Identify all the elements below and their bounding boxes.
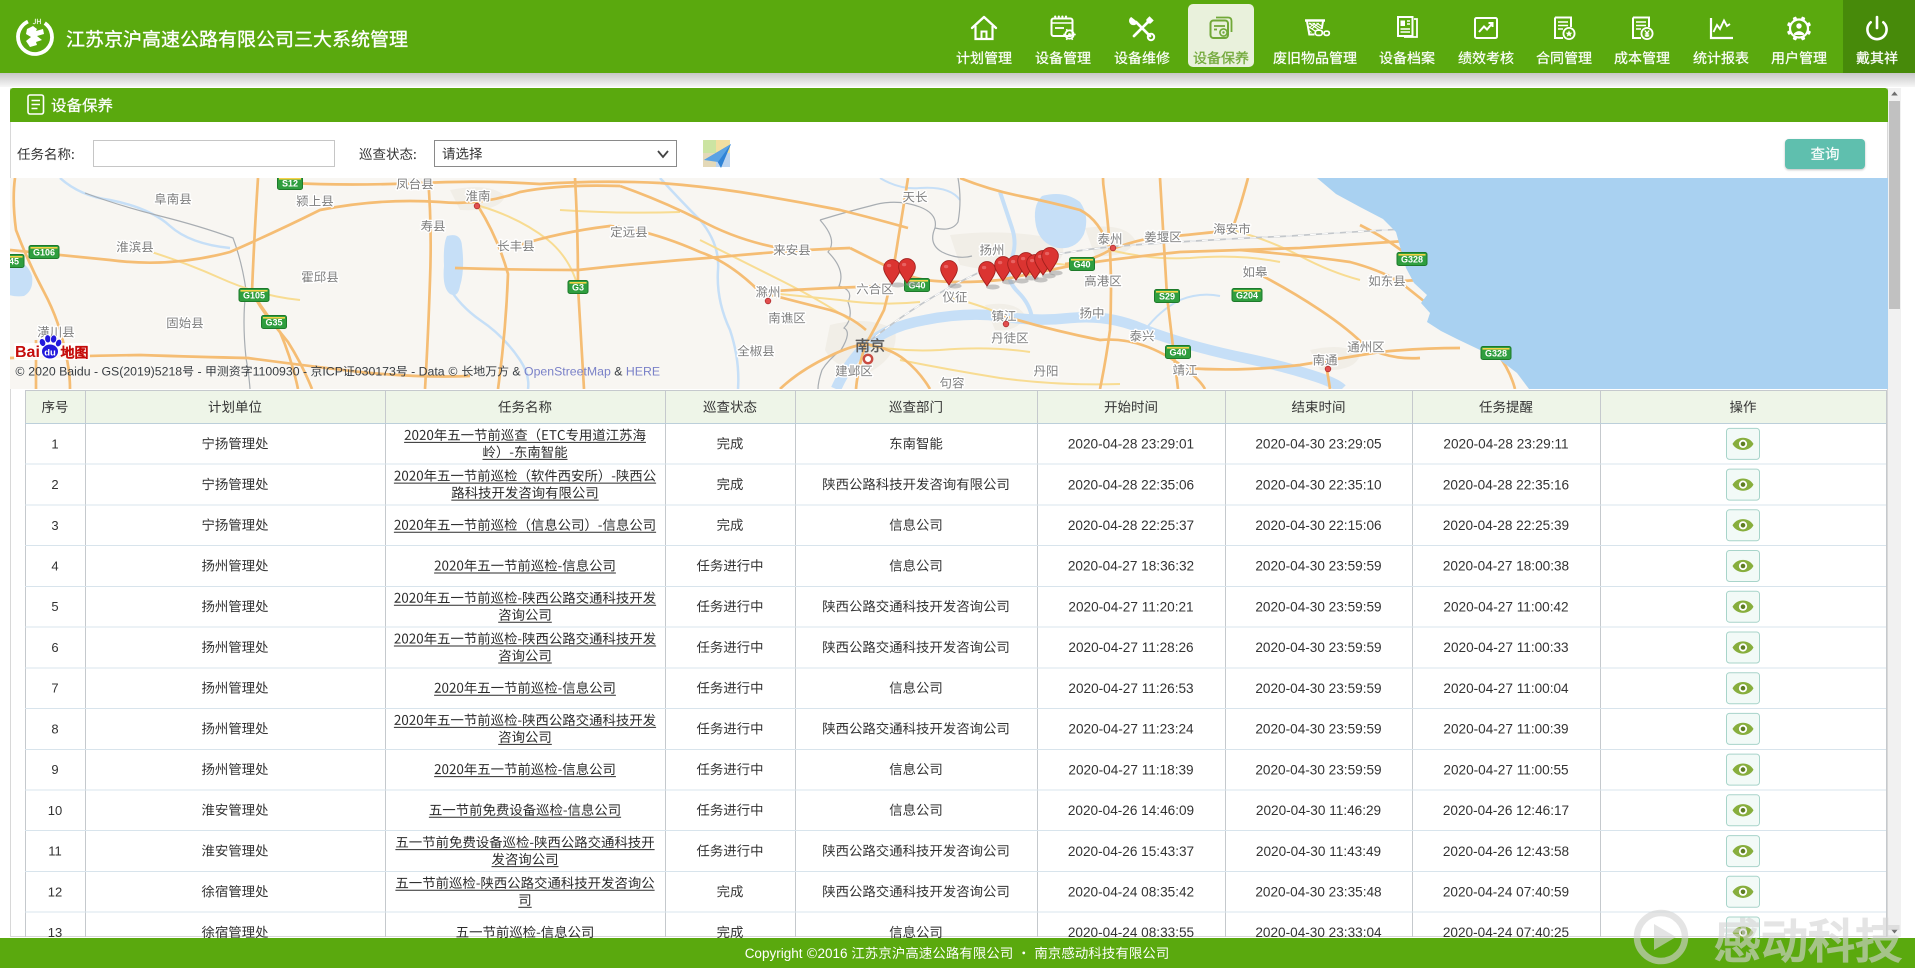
svg-text:2020-04-30 23:29:05: 2020-04-30 23:29:05 <box>1255 437 1381 452</box>
svg-text:2020-04-28 23:29:01: 2020-04-28 23:29:01 <box>1068 437 1194 452</box>
svg-text:2020-04-30 23:59:59: 2020-04-30 23:59:59 <box>1255 599 1381 614</box>
svg-text:2020-04-24 08:33:55: 2020-04-24 08:33:55 <box>1068 925 1194 940</box>
svg-text:2020-04-27 11:00:39: 2020-04-27 11:00:39 <box>1443 722 1568 737</box>
svg-text:2020-04-27 18:36:32: 2020-04-27 18:36:32 <box>1068 559 1194 574</box>
svg-text:4: 4 <box>51 559 58 574</box>
svg-text:13: 13 <box>48 925 62 940</box>
svg-text:2020-04-28 23:29:11: 2020-04-28 23:29:11 <box>1443 437 1568 452</box>
svg-text:&: & <box>611 365 626 379</box>
svg-text:-: - <box>194 365 205 379</box>
svg-text:2020-04-26 12:43:58: 2020-04-26 12:43:58 <box>1443 844 1569 859</box>
svg-text:2020-04-27 11:20:21: 2020-04-27 11:20:21 <box>1068 599 1193 614</box>
svg-text:12: 12 <box>48 884 62 899</box>
svg-text:HERE: HERE <box>626 365 660 379</box>
svg-text:45: 45 <box>9 257 19 267</box>
svg-text:2020-04-30 23:35:48: 2020-04-30 23:35:48 <box>1255 885 1381 900</box>
svg-text:Bai: Bai <box>15 344 40 361</box>
svg-text:S29: S29 <box>1159 292 1175 302</box>
svg-text:2020-04-27 11:18:39: 2020-04-27 11:18:39 <box>1068 762 1193 777</box>
svg-text:10: 10 <box>48 803 62 818</box>
svg-text:2020-04-27 11:00:55: 2020-04-27 11:00:55 <box>1443 762 1568 777</box>
svg-text:2020-04-30 22:35:10: 2020-04-30 22:35:10 <box>1255 477 1382 492</box>
svg-text:2: 2 <box>51 477 58 492</box>
svg-text:2020-04-26 15:43:37: 2020-04-26 15:43:37 <box>1068 844 1194 859</box>
svg-text:G35: G35 <box>265 318 282 328</box>
svg-text:2020-04-27 18:00:38: 2020-04-27 18:00:38 <box>1443 559 1569 574</box>
svg-text:S12: S12 <box>282 179 298 189</box>
svg-text:&: & <box>509 365 524 379</box>
svg-text:3: 3 <box>51 518 58 533</box>
svg-text:2020-04-30 23:33:04: 2020-04-30 23:33:04 <box>1255 925 1382 940</box>
svg-text:2020-04-24 08:35:42: 2020-04-24 08:35:42 <box>1068 885 1194 900</box>
svg-text:2020-04-24 07:40:25: 2020-04-24 07:40:25 <box>1443 925 1569 940</box>
svg-text:2020-04-30 23:59:59: 2020-04-30 23:59:59 <box>1255 640 1381 655</box>
svg-text:2020-04-28 22:25:39: 2020-04-28 22:25:39 <box>1443 518 1569 533</box>
svg-text:1: 1 <box>51 436 58 451</box>
svg-text:2020-04-30 23:59:59: 2020-04-30 23:59:59 <box>1255 722 1381 737</box>
svg-text:2020-04-27 11:26:53: 2020-04-27 11:26:53 <box>1068 681 1193 696</box>
svg-text:5: 5 <box>51 599 58 614</box>
svg-text:2020 Baidu - GS(2019)5218: 2020 Baidu - GS(2019)5218 <box>25 365 182 379</box>
svg-text:G3: G3 <box>572 283 584 293</box>
svg-text:2020-04-28 22:35:16: 2020-04-28 22:35:16 <box>1443 477 1569 492</box>
svg-text:7: 7 <box>51 681 58 696</box>
svg-text:Copyright: Copyright <box>745 946 807 961</box>
svg-text:2020-04-27 11:28:26: 2020-04-27 11:28:26 <box>1068 640 1193 655</box>
svg-text:G40: G40 <box>1169 348 1186 358</box>
svg-text:2020-04-24 07:40:59: 2020-04-24 07:40:59 <box>1443 885 1569 900</box>
svg-text:9: 9 <box>51 762 58 777</box>
svg-text:G204: G204 <box>1236 291 1258 301</box>
svg-text:2020-04-27 11:00:33: 2020-04-27 11:00:33 <box>1443 640 1568 655</box>
svg-text:OpenStreetMap: OpenStreetMap <box>524 365 611 379</box>
svg-text:2020-04-27 11:00:04: 2020-04-27 11:00:04 <box>1443 681 1569 696</box>
svg-text:2020-04-30 11:43:49: 2020-04-30 11:43:49 <box>1256 844 1381 859</box>
svg-text:2020-04-30 22:15:06: 2020-04-30 22:15:06 <box>1255 518 1381 533</box>
svg-text:- Data: - Data <box>408 365 448 379</box>
svg-text:2020-04-27 11:00:42: 2020-04-27 11:00:42 <box>1443 599 1568 614</box>
svg-text:11: 11 <box>48 844 62 859</box>
svg-text:2020-04-26 12:46:17: 2020-04-26 12:46:17 <box>1443 803 1569 818</box>
svg-text:G105: G105 <box>243 291 265 301</box>
svg-text:2020-04-30 23:59:59: 2020-04-30 23:59:59 <box>1255 762 1381 777</box>
svg-text:1100930 -: 1100930 - <box>253 365 311 379</box>
svg-text:030173: 030173 <box>355 365 396 379</box>
svg-text:2020-04-28 22:35:06: 2020-04-28 22:35:06 <box>1068 477 1194 492</box>
svg-text:G328: G328 <box>1485 349 1507 359</box>
svg-text:2020-04-28 22:25:37: 2020-04-28 22:25:37 <box>1068 518 1194 533</box>
svg-text:8: 8 <box>51 721 58 736</box>
svg-text:G40: G40 <box>1073 260 1090 270</box>
svg-text:ICP: ICP <box>322 365 343 379</box>
svg-text:2020-04-30 23:59:59: 2020-04-30 23:59:59 <box>1255 559 1381 574</box>
svg-text:du: du <box>44 348 56 359</box>
svg-text:2020-04-26 14:46:09: 2020-04-26 14:46:09 <box>1068 803 1194 818</box>
svg-text:2016: 2016 <box>818 946 852 961</box>
svg-text:2020-04-30 23:59:59: 2020-04-30 23:59:59 <box>1255 681 1381 696</box>
svg-text:2020-04-27 11:23:24: 2020-04-27 11:23:24 <box>1068 722 1194 737</box>
svg-text:G328: G328 <box>1401 255 1423 265</box>
svg-text:G106: G106 <box>33 248 55 258</box>
svg-text:6: 6 <box>51 640 58 655</box>
svg-text:2020-04-30 11:46:29: 2020-04-30 11:46:29 <box>1256 803 1381 818</box>
